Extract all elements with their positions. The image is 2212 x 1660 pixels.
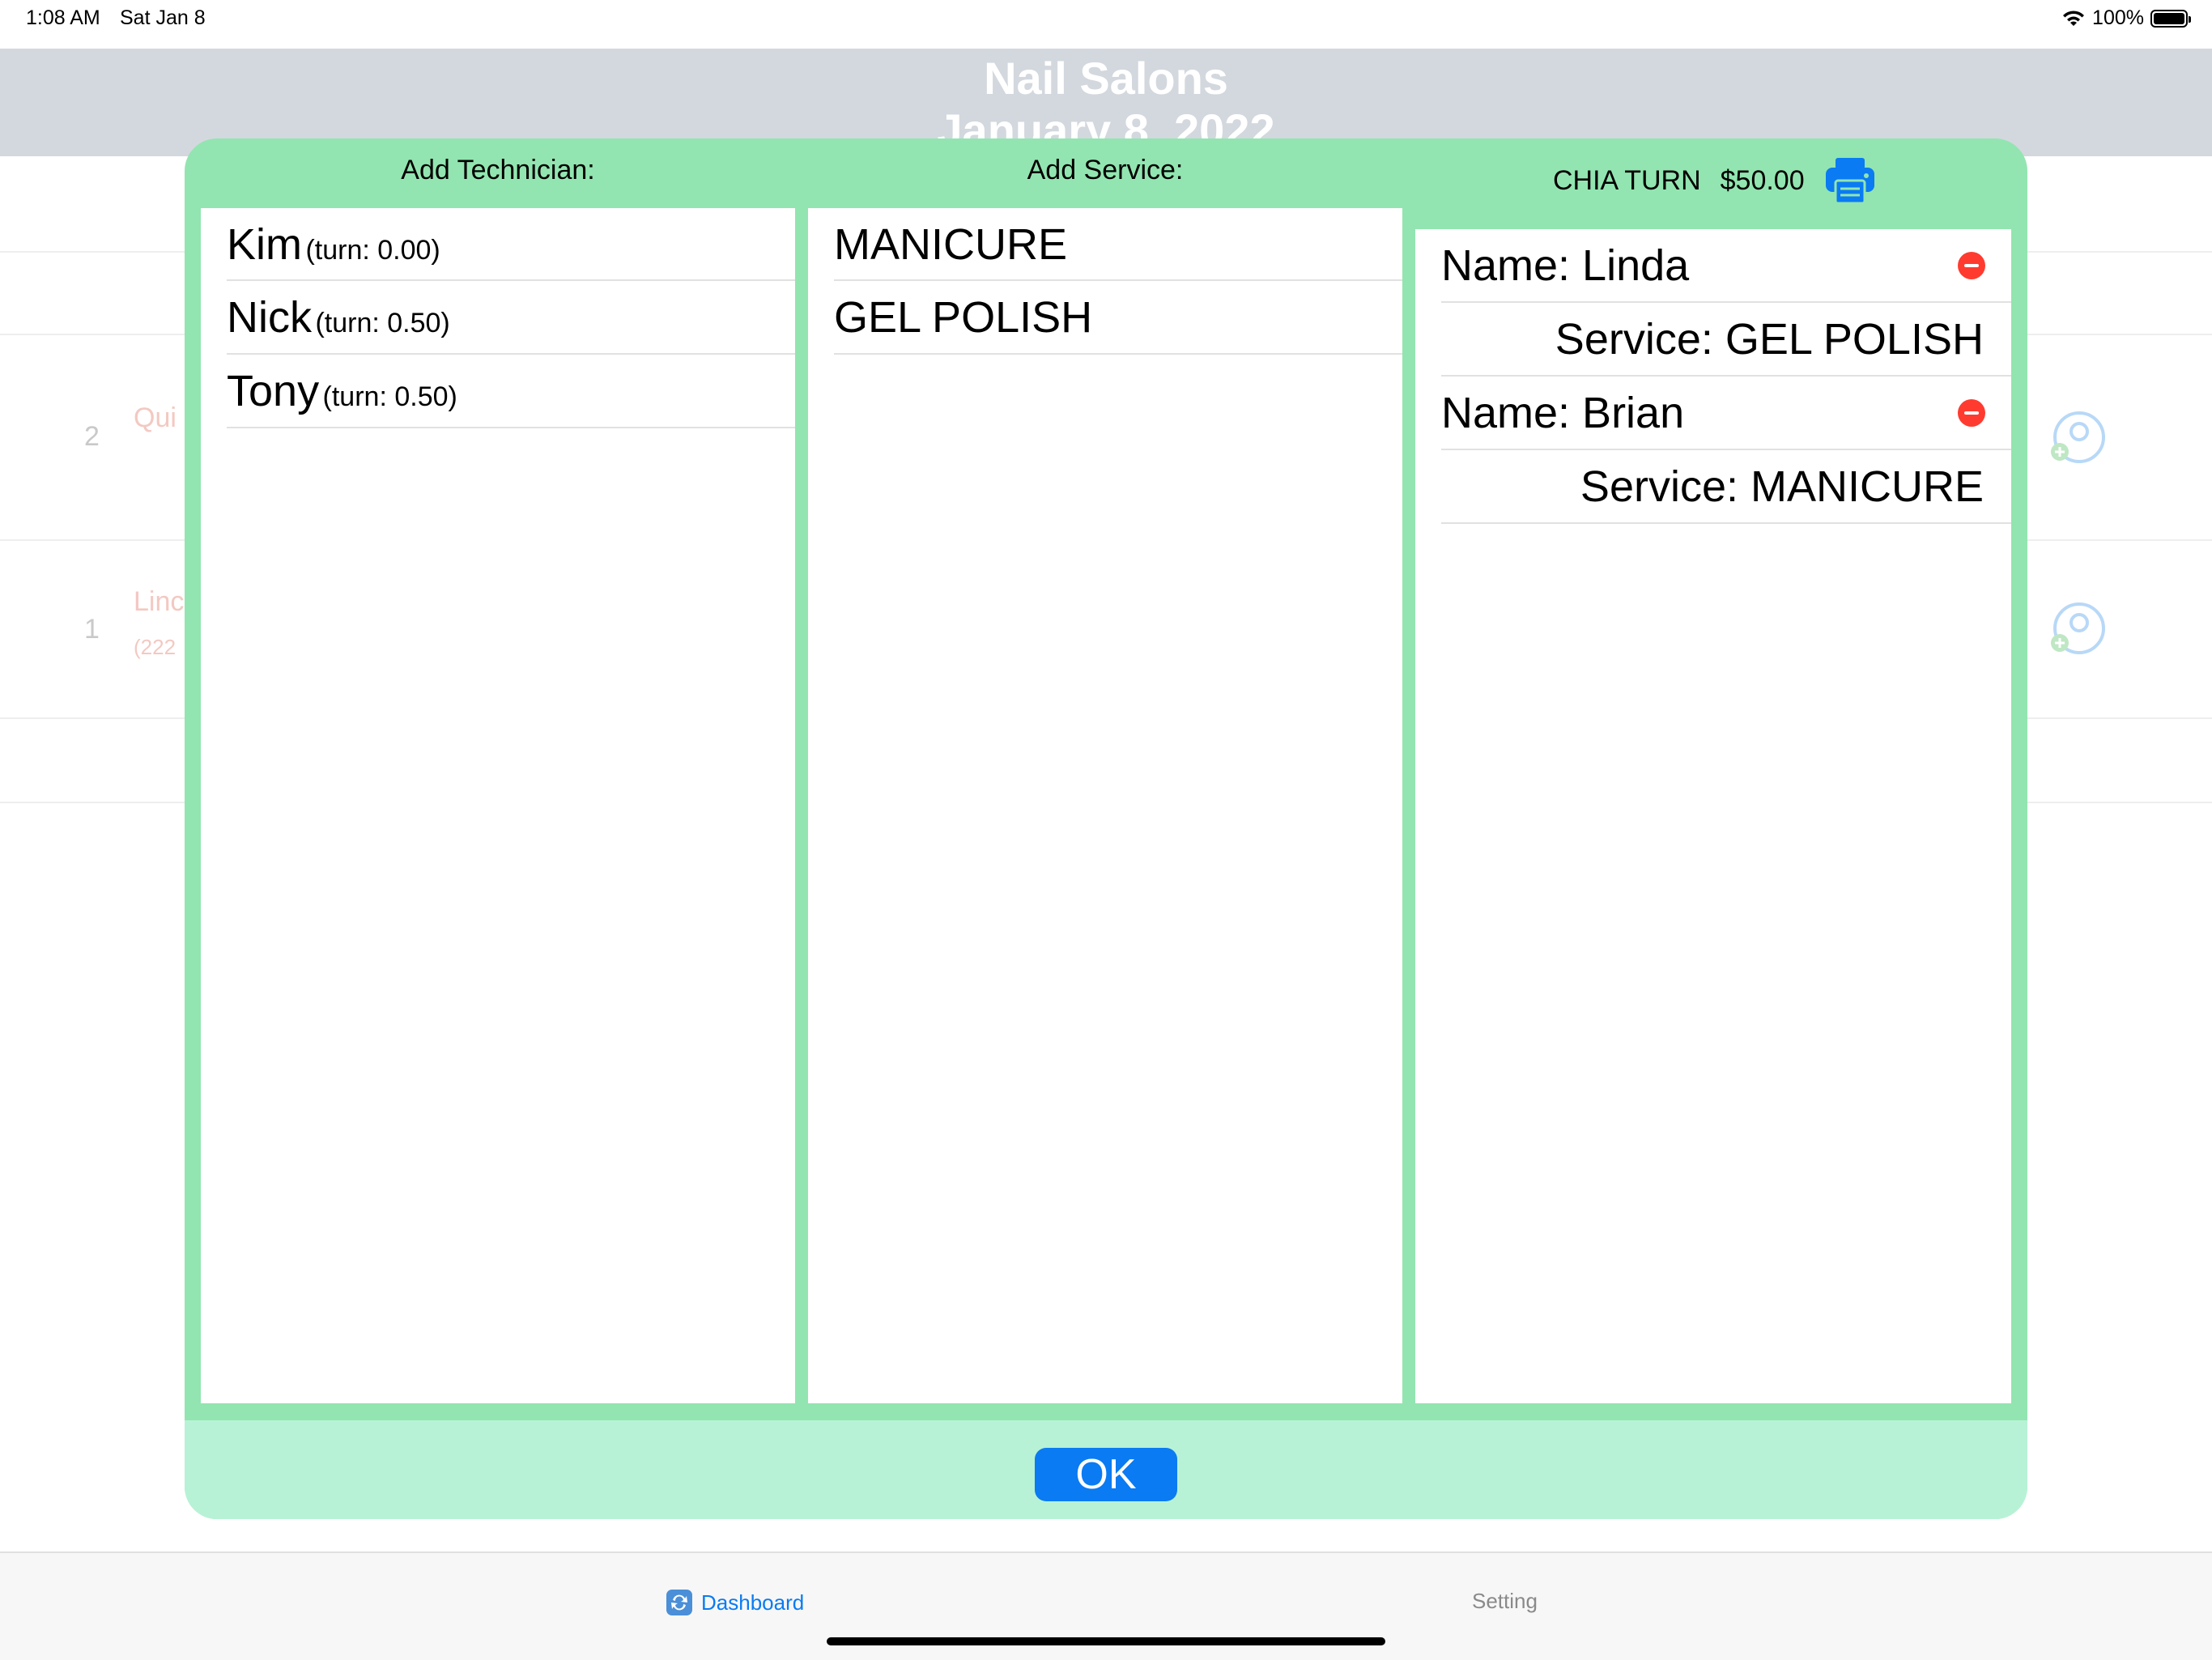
remove-icon[interactable] xyxy=(1958,399,1985,427)
assignment-name-row: Name: Brian xyxy=(1441,377,2011,450)
queue-number: 2 xyxy=(84,421,100,452)
status-bar: 1:08 AM Sat Jan 8 100% xyxy=(0,0,2212,42)
tab-dashboard[interactable]: Dashboard xyxy=(666,1589,804,1616)
assignment-list: Name: Linda Service: GEL POLISH Name: Br… xyxy=(1415,229,2011,1403)
battery-icon xyxy=(2150,9,2191,28)
queue-name[interactable]: Qui xyxy=(134,402,177,434)
assignment-service: Service: GEL POLISH xyxy=(1555,315,1984,364)
service-row[interactable]: MANICURE xyxy=(834,208,1402,281)
page-title: Nail Salons xyxy=(984,53,1228,104)
remove-icon[interactable] xyxy=(1958,252,1985,279)
queue-phone: (222 xyxy=(134,635,177,659)
chia-turn-bar: CHIA TURN $50.00 xyxy=(1553,156,1876,205)
technician-name: Nick xyxy=(227,293,312,342)
technician-list: Kim (turn: 0.00) Nick (turn: 0.50) Tony … xyxy=(201,208,795,1403)
technician-row[interactable]: Nick (turn: 0.50) xyxy=(227,281,795,355)
battery-percent: 100% xyxy=(2092,6,2144,29)
technician-turn: (turn: 0.00) xyxy=(305,235,440,266)
tab-dashboard-label: Dashboard xyxy=(701,1590,805,1615)
service-header: Add Service: xyxy=(1027,155,1184,185)
status-right: 100% xyxy=(2061,6,2191,30)
service-name: GEL POLISH xyxy=(834,293,1093,342)
queue-number: 1 xyxy=(84,614,100,645)
technician-row[interactable]: Tony (turn: 0.50) xyxy=(227,355,795,428)
technician-turn: (turn: 0.50) xyxy=(315,308,450,338)
tab-setting-label: Setting xyxy=(1472,1589,1538,1613)
technician-row[interactable]: Kim (turn: 0.00) xyxy=(227,208,795,281)
ok-button[interactable]: OK xyxy=(1035,1448,1177,1501)
assignment-service-row: Service: MANICURE xyxy=(1441,450,2011,524)
status-time: 1:08 AM xyxy=(26,6,100,29)
home-indicator xyxy=(827,1637,1385,1645)
wifi-icon xyxy=(2063,10,2085,26)
technician-name: Tony xyxy=(227,367,320,415)
service-list: MANICURE GEL POLISH xyxy=(808,208,1402,1403)
printer-icon[interactable] xyxy=(1824,156,1876,205)
assignment-customer: Name: Brian xyxy=(1441,389,1685,437)
technician-header: Add Technician: xyxy=(401,155,595,185)
chia-turn-amount: $50.00 xyxy=(1720,164,1805,196)
tab-setting[interactable]: Setting xyxy=(1472,1589,1538,1614)
add-user-icon[interactable] xyxy=(2048,410,2105,466)
dashboard-icon xyxy=(666,1590,692,1615)
service-name: MANICURE xyxy=(834,220,1068,269)
assignment-service: Service: MANICURE xyxy=(1580,462,1984,511)
chia-turn-label: CHIA TURN xyxy=(1553,164,1701,196)
technician-name: Kim xyxy=(227,220,302,269)
add-user-icon[interactable] xyxy=(2048,601,2105,658)
assignment-service-row: Service: GEL POLISH xyxy=(1441,303,2011,377)
assign-modal: Add Technician: Add Service: CHIA TURN $… xyxy=(185,138,2027,1519)
queue-name[interactable]: Linc xyxy=(134,586,184,618)
assignment-customer: Name: Linda xyxy=(1441,241,1690,290)
technician-turn: (turn: 0.50) xyxy=(322,381,457,412)
assignment-name-row: Name: Linda xyxy=(1441,229,2011,303)
status-date: Sat Jan 8 xyxy=(120,6,206,29)
service-row[interactable]: GEL POLISH xyxy=(834,281,1402,355)
